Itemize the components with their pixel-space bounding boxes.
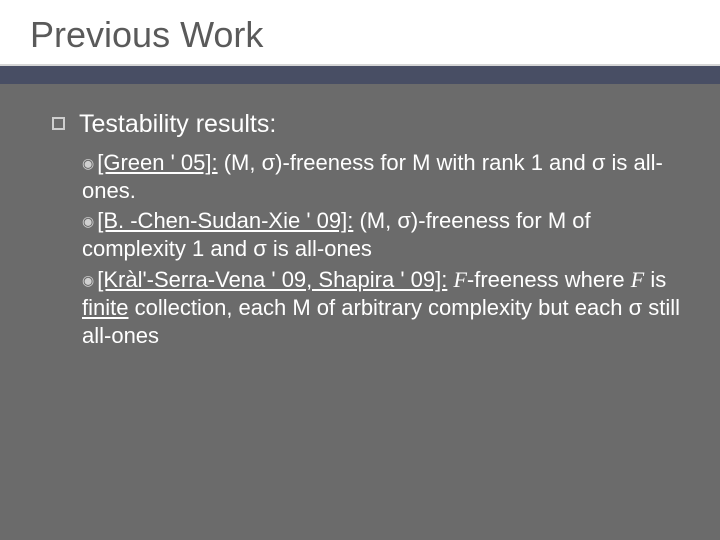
item-text: is <box>644 267 666 292</box>
content: Testability results: ◉[Green ' 05]: (M, … <box>0 84 720 350</box>
circle-bullet-icon: ◉ <box>82 155 94 171</box>
math-symbol: F <box>453 267 466 292</box>
heading-row: Testability results: <box>52 110 682 139</box>
bullet-list: ◉[Green ' 05]: (M, σ)-freeness for M wit… <box>52 149 682 350</box>
square-bullet-icon <box>52 117 65 130</box>
citation: [Green ' 05]: <box>97 150 217 175</box>
slide-title: Previous Work <box>30 14 690 56</box>
citation: [Kràl'-Serra-Vena ' 09, Shapira ' 09]: <box>97 267 447 292</box>
section-heading: Testability results: <box>79 110 276 139</box>
emphasis: finite <box>82 295 128 320</box>
divider-thick <box>0 66 720 84</box>
slide: Previous Work Testability results: ◉[Gre… <box>0 0 720 540</box>
item-text: -freeness where <box>467 267 631 292</box>
list-item: ◉[Kràl'-Serra-Vena ' 09, Shapira ' 09]: … <box>82 266 682 350</box>
list-item: ◉[B. -Chen-Sudan-Xie ' 09]: (M, σ)-freen… <box>82 207 682 263</box>
circle-bullet-icon: ◉ <box>82 213 94 229</box>
citation: [B. -Chen-Sudan-Xie ' 09]: <box>97 208 353 233</box>
divider <box>0 64 720 84</box>
item-text: collection, each M of arbitrary complexi… <box>82 295 680 348</box>
title-area: Previous Work <box>0 0 720 64</box>
circle-bullet-icon: ◉ <box>82 272 94 288</box>
list-item: ◉[Green ' 05]: (M, σ)-freeness for M wit… <box>82 149 682 205</box>
math-symbol: F <box>631 267 644 292</box>
